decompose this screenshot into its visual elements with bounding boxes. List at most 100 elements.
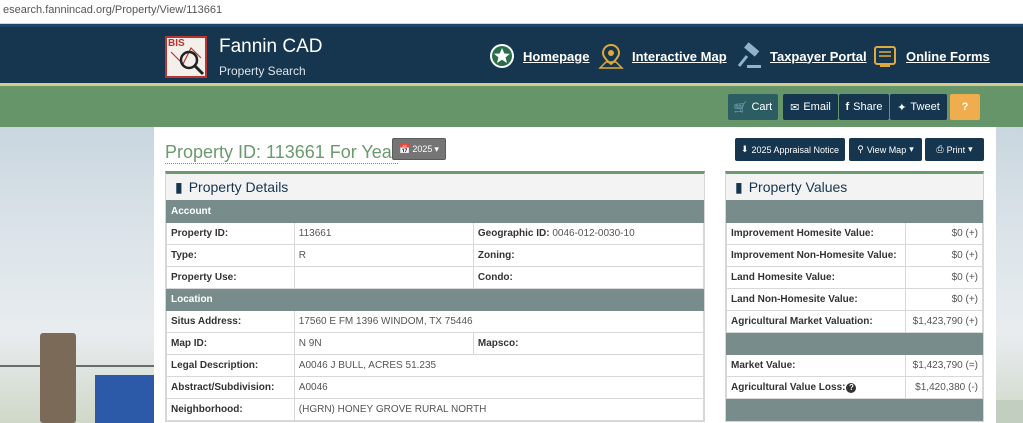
tweet-button[interactable]: ✦ Tweet: [890, 94, 947, 120]
table-row: Improvement Non-Homesite Value: $0 (+): [725, 244, 983, 267]
question-circle-icon[interactable]: ?: [846, 383, 857, 393]
property-values-table: Improvement Homesite Value: $0 (+) Impro…: [725, 200, 983, 421]
property-content: Property ID: 113661 For Year 📅 2025 ▾ ⬇ …: [154, 127, 996, 423]
ag-market-valuation-label: Agricultural Market Valuation:: [725, 310, 907, 333]
property-use-value: [293, 266, 474, 289]
ag-value-loss-cell: Agricultural Value Loss:?: [725, 376, 907, 399]
type-value: R: [293, 244, 474, 267]
nav-homepage[interactable]: Homepage: [488, 41, 589, 71]
nav-homepage-label: Homepage: [523, 48, 590, 64]
situs-address-value: 17560 E FM 1396 WINDOM, TX 75446: [293, 310, 705, 333]
ag-value-loss-label: Agricultural Value Loss:: [731, 382, 846, 393]
address-bar[interactable]: esearch.fannincad.org/Property/View/1136…: [0, 0, 1023, 24]
nav-interactive-map[interactable]: Interactive Map: [597, 41, 727, 71]
property-id-label: Property ID:: [166, 222, 295, 245]
facebook-icon: f: [845, 101, 850, 113]
printer-icon: ⎙: [936, 144, 944, 154]
table-row: Agricultural Market Valuation: $1,423,79…: [725, 310, 983, 333]
property-details-panel: ▮ Property Details Account Property ID: …: [165, 171, 705, 422]
property-values-panel: ▮ Property Values Improvement Homesite V…: [725, 171, 984, 422]
land-non-homesite-label: Land Non-Homesite Value:: [725, 288, 907, 311]
map-id-value: N 9N: [293, 332, 474, 355]
map-id-label: Map ID:: [166, 332, 295, 355]
year-select[interactable]: 📅 2025 ▾: [392, 138, 446, 160]
star-badge-icon: [488, 42, 516, 70]
improvement-homesite-label: Improvement Homesite Value:: [725, 222, 907, 245]
property-details-header: ▮ Property Details: [166, 174, 704, 200]
account-section-row: Account: [166, 200, 704, 223]
download-icon: ⬇: [740, 144, 749, 154]
appraisal-notice-button[interactable]: ⬇ 2025 Appraisal Notice: [735, 138, 845, 161]
mapsco-label: Mapsco:: [472, 332, 705, 355]
land-non-homesite-value: $0 (+): [905, 288, 983, 311]
fence-post: [40, 333, 76, 423]
bis-logo[interactable]: BIS: [165, 36, 207, 78]
geographic-id-label: Geographic ID:: [477, 228, 550, 239]
table-row: Property Use: Condo:: [166, 266, 705, 289]
share-label: Share: [853, 101, 883, 113]
property-values-header: ▮ Property Values: [726, 174, 983, 200]
table-row: Neighborhood: (HGRN) HONEY GROVE RURAL N…: [166, 398, 705, 421]
print-button[interactable]: ⎙ Print ▾: [925, 138, 984, 161]
caret-down-icon: ▾: [434, 143, 439, 154]
land-homesite-value: $0 (+): [905, 266, 983, 289]
property-details-table: Account Property ID: 113661 Geographic I…: [166, 200, 705, 421]
site-title[interactable]: Fannin CAD: [219, 36, 323, 58]
email-label: Email: [803, 101, 831, 113]
fence-wire: [0, 365, 155, 367]
table-row: Abstract/Subdivision: A0046: [166, 376, 705, 399]
print-label: Print: [946, 144, 966, 155]
values-section-row: [726, 398, 983, 421]
account-section-label: Account: [166, 200, 704, 223]
cart-button[interactable]: 🛒 Cart: [728, 94, 778, 120]
improvement-homesite-value: $0 (+): [905, 222, 983, 245]
geographic-id-cell: Geographic ID: 0046-012-0030-10: [472, 222, 705, 245]
logo-text: BIS: [168, 38, 185, 49]
email-button[interactable]: ✉ Email: [783, 94, 838, 120]
nav-online-forms[interactable]: Online Forms: [871, 41, 990, 71]
neighborhood-label: Neighborhood:: [166, 398, 295, 421]
table-row: Situs Address: 17560 E FM 1396 WINDOM, T…: [166, 310, 705, 333]
values-section-row: [726, 200, 983, 223]
caret-down-icon: ▾: [909, 144, 914, 154]
calendar-icon: 📅: [399, 143, 411, 154]
share-button[interactable]: f Share: [839, 94, 889, 120]
table-row: Type: R Zoning:: [166, 244, 705, 267]
table-row: Property ID: 113661 Geographic ID: 0046-…: [166, 222, 705, 245]
year-value: 2025: [412, 144, 433, 154]
situs-address-label: Situs Address:: [166, 310, 295, 333]
nav-taxpayer-portal[interactable]: Taxpayer Portal: [735, 41, 867, 71]
map-marker-icon: ⚲: [857, 144, 864, 154]
zoning-label: Zoning:: [472, 244, 705, 267]
abstract-label: Abstract/Subdivision:: [166, 376, 295, 399]
map-pin-icon: [597, 42, 625, 70]
property-use-label: Property Use:: [166, 266, 295, 289]
neighborhood-value: (HGRN) HONEY GROVE RURAL NORTH: [293, 398, 705, 421]
ag-value-loss-value: $1,420,380 (-): [905, 376, 983, 399]
view-map-button[interactable]: ⚲ View Map ▾: [849, 138, 922, 161]
location-section-row: Location: [166, 288, 704, 311]
geographic-id-value: 0046-012-0030-10: [552, 228, 635, 239]
bookmark-icon: ▮: [175, 178, 183, 195]
table-row: Improvement Homesite Value: $0 (+): [725, 222, 983, 245]
view-map-label: View Map: [866, 144, 907, 155]
table-row: Agricultural Value Loss:? $1,420,380 (-): [725, 376, 983, 399]
table-row: Map ID: N 9N Mapsco:: [166, 332, 705, 355]
nav-online-forms-label: Online Forms: [906, 48, 990, 64]
market-value-value: $1,423,790 (=): [905, 354, 983, 377]
appraisal-notice-label: 2025 Appraisal Notice: [751, 144, 840, 155]
table-row: Legal Description: A0046 J BULL, ACRES 5…: [166, 354, 705, 377]
property-details-title: Property Details: [188, 179, 289, 195]
site-header: BIS Fannin CAD Property Search Homepage …: [0, 24, 1023, 86]
twitter-icon: ✦: [897, 101, 907, 114]
help-button[interactable]: ?: [950, 94, 980, 120]
abstract-value: A0046: [293, 376, 705, 399]
property-id-value: 113661: [293, 222, 474, 245]
action-toolbar: 🛒 Cart ✉ Email f Share ✦ Tweet ?: [0, 86, 1023, 127]
forms-icon: [871, 42, 899, 70]
tweet-label: Tweet: [910, 101, 940, 113]
table-row: Land Non-Homesite Value: $0 (+): [725, 288, 983, 311]
bookmark-icon: ▮: [735, 178, 743, 195]
envelope-icon: ✉: [790, 101, 800, 114]
location-section-label: Location: [166, 288, 704, 311]
